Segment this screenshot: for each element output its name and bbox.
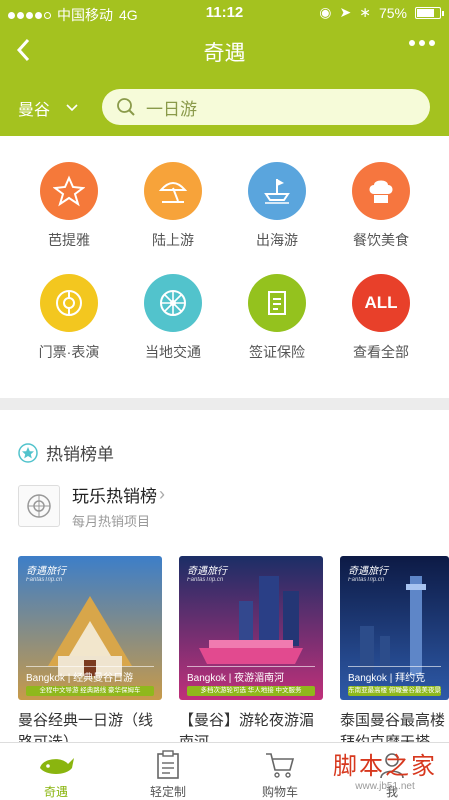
category-all[interactable]: ALL 查看全部 [331, 274, 431, 362]
product-caption-1: Bangkok | 夜游湄南河 [187, 666, 315, 684]
clipboard-icon [157, 750, 179, 779]
category-food[interactable]: 餐饮美食 [331, 162, 431, 250]
product-card-0[interactable]: 奇遇旅行 FantasTrip.cn Bangkok | 经典曼谷日游 全程中文导… [18, 556, 162, 754]
status-right: ◉ ➤ ∗ 75% [319, 4, 444, 21]
product-image-0: 奇遇旅行 FantasTrip.cn Bangkok | 经典曼谷日游 全程中文导… [18, 556, 162, 700]
ranking-title: 玩乐热销榜 [72, 487, 157, 506]
category-label-0: 芭提雅 [48, 232, 90, 248]
boat-icon [264, 179, 290, 204]
bluetooth-icon: ∗ [359, 4, 371, 20]
battery-icon [415, 6, 444, 19]
product-tag-1: 多档次游轮可选 华人地接 中文服务 [187, 686, 315, 696]
category-transport[interactable]: 当地交通 [123, 274, 223, 362]
star-icon [53, 175, 85, 207]
product-image-2: 奇遇旅行 FantasTrip.cn Bangkok | 拜约克 东南亚最高楼 俯… [340, 556, 449, 700]
search-bar: 曼谷 一日游 [0, 76, 449, 136]
location-icon: ➤ [339, 4, 352, 20]
product-card-1[interactable]: 奇遇旅行 FantasTrip.cn Bangkok | 夜游湄南河 多档次游轮可… [179, 556, 323, 754]
watermark-url: www.jb51.net [355, 781, 415, 792]
star-badge-icon [18, 442, 38, 463]
battery-fill [417, 8, 434, 17]
ranking-thumb [18, 485, 60, 527]
hot-title: 热销榜单 [46, 445, 114, 464]
watermark-text: 脚本之家 [333, 752, 437, 780]
search-icon [117, 98, 135, 116]
hot-header: 热销榜单 [18, 440, 114, 465]
category-circle-2 [248, 162, 306, 220]
category-circle-4 [40, 274, 98, 332]
product-tag-0: 全程中文导游 经典路线 豪华保姆车 [26, 686, 154, 696]
category-land-tour[interactable]: 陆上游 [123, 162, 223, 250]
umbrella-icon [158, 182, 188, 203]
page-title: 奇遇 [203, 42, 246, 65]
category-circle-6 [248, 274, 306, 332]
category-label-2: 出海游 [256, 232, 298, 248]
status-bar: 中国移动 4G 11:12 ◉ ➤ ∗ 75% [0, 0, 449, 26]
ticket-icon [56, 290, 82, 316]
category-label-7: 查看全部 [353, 344, 409, 360]
whale-icon [40, 758, 74, 774]
battery-percent: 75% [378, 4, 407, 21]
category-circle-0 [40, 162, 98, 220]
category-circle-5 [144, 274, 202, 332]
category-label-1: 陆上游 [152, 232, 194, 248]
category-label-4: 门票·表演 [38, 344, 100, 360]
search-input[interactable]: 一日游 [102, 89, 430, 125]
product-logo-0: 奇遇旅行 FantasTrip.cn [26, 566, 66, 583]
category-sea-tour[interactable]: 出海游 [227, 162, 327, 250]
product-logo-1: 奇遇旅行 FantasTrip.cn [187, 566, 227, 583]
product-logo-2: 奇遇旅行 FantasTrip.cn [348, 566, 388, 583]
chevron-right-icon: › [159, 484, 165, 504]
tab-custom[interactable]: 轻定制 [112, 743, 224, 800]
watermark: 脚本之家 www.jb51.net [333, 746, 437, 792]
product-tag-2: 东南亚最高楼 俯瞰曼谷最美夜景 [348, 686, 441, 696]
ranking-link[interactable]: 玩乐热销榜 › 每月热销项目 [18, 482, 165, 530]
search-placeholder: 一日游 [146, 99, 197, 119]
category-circle-1 [144, 162, 202, 220]
category-visa[interactable]: 签证保险 [227, 274, 327, 362]
category-grid: 芭提雅 陆上游 出海游 餐饮美食 门票·表演 当地交通 签证保险 ALL 查看全… [0, 136, 449, 398]
city-selector[interactable]: 曼谷 [18, 96, 78, 120]
category-label-6: 签证保险 [249, 344, 305, 360]
category-circle-7: ALL [352, 274, 410, 332]
category-tickets[interactable]: 门票·表演 [19, 274, 119, 362]
ranking-subtitle: 每月热销项目 [72, 514, 151, 529]
category-label-3: 餐饮美食 [353, 232, 409, 248]
nav-bar: 奇遇 [0, 26, 449, 76]
product-card-2[interactable]: 奇遇旅行 FantasTrip.cn Bangkok | 拜约克 东南亚最高楼 俯… [340, 556, 449, 754]
chef-hat-icon [369, 180, 393, 203]
wheel-icon [160, 290, 186, 316]
product-caption-0: Bangkok | 经典曼谷日游 [26, 666, 154, 684]
tab-cart[interactable]: 购物车 [224, 743, 336, 800]
category-circle-3 [352, 162, 410, 220]
all-icon: ALL [364, 293, 398, 312]
tab-label-cart: 购物车 [261, 785, 298, 799]
category-label-5: 当地交通 [145, 344, 201, 360]
cart-icon [266, 753, 295, 778]
product-image-1: 奇遇旅行 FantasTrip.cn Bangkok | 夜游湄南河 多档次游轮可… [179, 556, 323, 700]
tab-label-home: 奇遇 [43, 785, 68, 799]
rotation-lock-icon: ◉ [319, 4, 332, 20]
category-pattaya[interactable]: 芭提雅 [19, 162, 119, 250]
product-caption-2: Bangkok | 拜约克 [348, 666, 441, 684]
document-icon [268, 291, 286, 315]
hot-section: 热销榜单 玩乐热销榜 › 每月热销项目 奇遇旅行 FantasTrip.cn Ba… [0, 410, 449, 751]
tab-label-custom: 轻定制 [149, 785, 186, 799]
chevron-down-icon [66, 104, 78, 112]
ranking-wheel-icon [27, 494, 51, 518]
tab-home[interactable]: 奇遇 [0, 743, 112, 800]
more-button[interactable] [409, 40, 435, 46]
city-label: 曼谷 [18, 102, 51, 119]
